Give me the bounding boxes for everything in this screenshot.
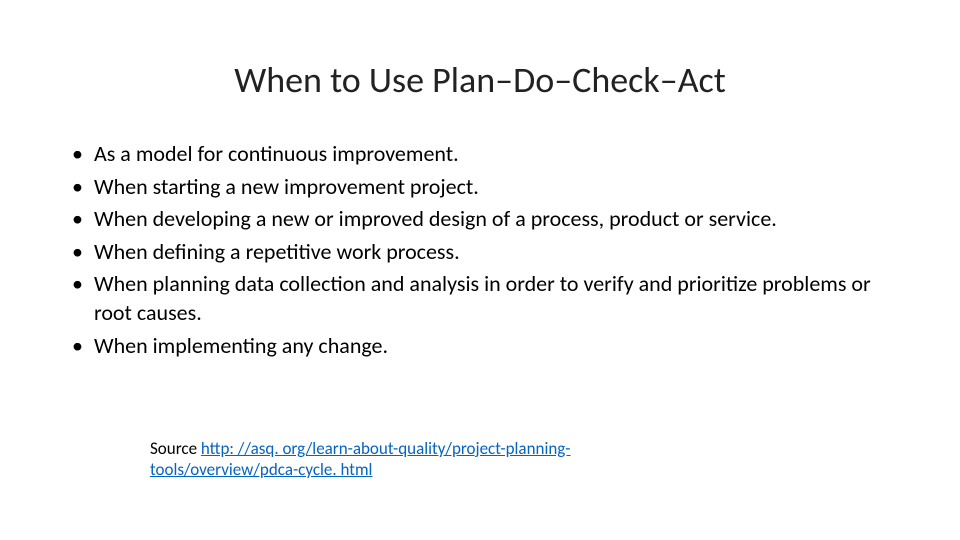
slide-title: When to Use Plan–Do–Check–Act: [0, 58, 960, 102]
list-item: When defining a repetitive work process.: [72, 238, 900, 267]
source-citation: Source http: //asq. org/learn-about-qual…: [150, 438, 700, 481]
slide: When to Use Plan–Do–Check–Act As a model…: [0, 0, 960, 540]
list-item: When implementing any change.: [72, 332, 900, 361]
list-item: As a model for continuous improvement.: [72, 140, 900, 169]
list-item: When developing a new or improved design…: [72, 205, 900, 234]
bullet-list: As a model for continuous improvement. W…: [72, 140, 900, 364]
source-link[interactable]: http: //asq. org/learn-about-quality/pro…: [150, 438, 570, 480]
source-label: Source: [150, 438, 201, 459]
list-item: When planning data collection and analys…: [72, 270, 900, 327]
list-item: When starting a new improvement project.: [72, 173, 900, 202]
